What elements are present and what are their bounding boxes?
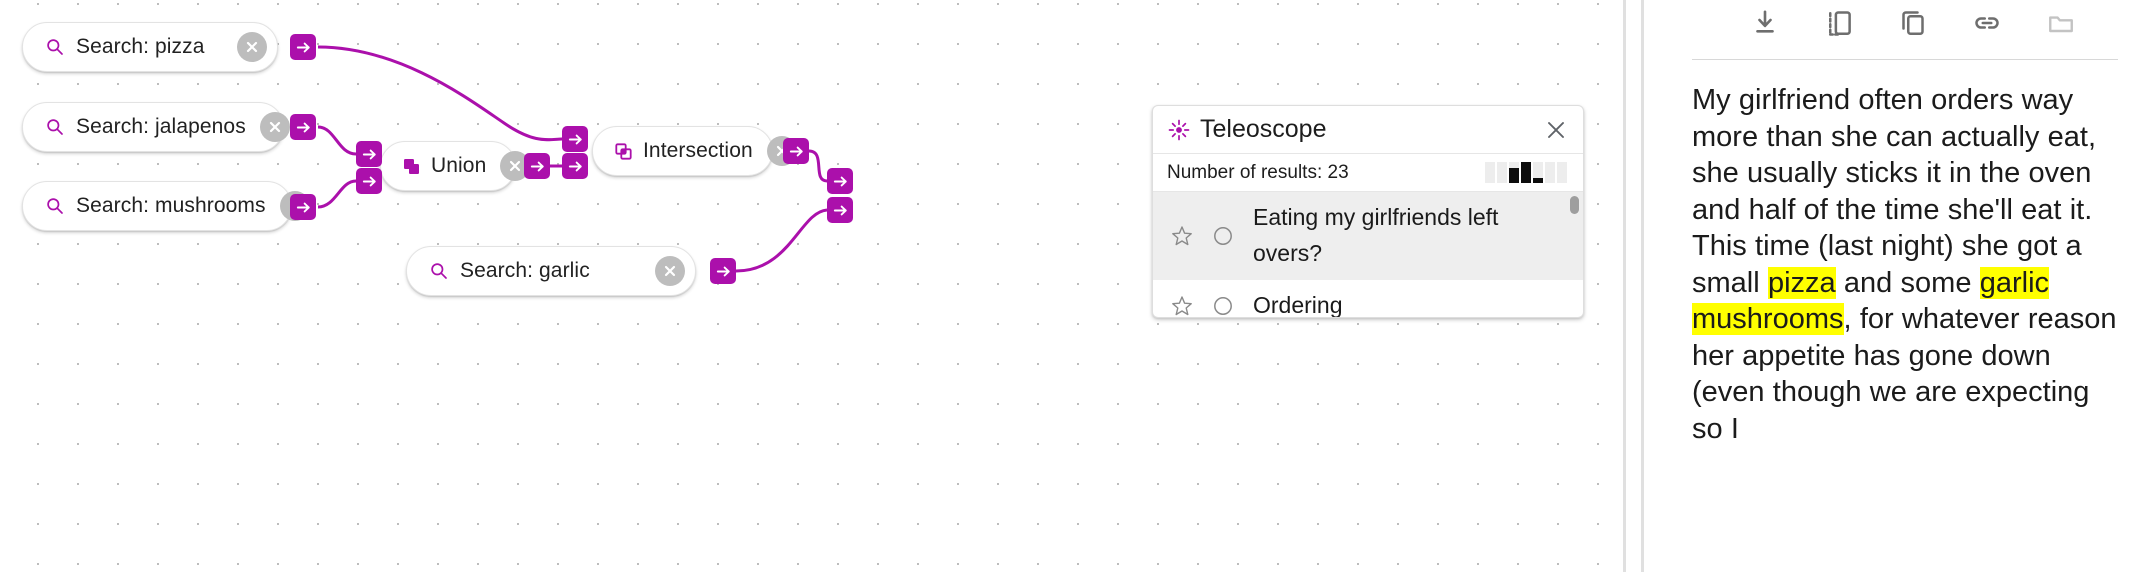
histogram-bar-fill xyxy=(1533,177,1543,183)
port-mushrooms-out[interactable] xyxy=(290,194,316,220)
circle-outline-icon[interactable] xyxy=(1199,224,1247,248)
histogram-bar xyxy=(1485,162,1495,183)
canvas-scrollbar-track[interactable] xyxy=(1623,0,1626,572)
magnifier-icon xyxy=(429,261,449,281)
node-union[interactable]: Union xyxy=(380,141,531,191)
split-view-icon[interactable] xyxy=(1822,6,1856,40)
panel-divider[interactable] xyxy=(1610,0,1692,572)
histogram-bar xyxy=(1497,162,1507,183)
port-union-in-a[interactable] xyxy=(356,141,382,167)
port-pizza-out[interactable] xyxy=(290,34,316,60)
star-outline-icon[interactable] xyxy=(1165,294,1199,317)
edge-pizza-to-intersection xyxy=(317,45,563,142)
node-remove-icon[interactable] xyxy=(259,112,290,142)
histogram-bar xyxy=(1533,162,1543,183)
folder-icon[interactable] xyxy=(2044,6,2078,40)
intersection-icon xyxy=(615,142,632,160)
port-teleoscope-in-b[interactable] xyxy=(827,197,853,223)
magnifier-icon xyxy=(45,117,65,137)
result-title: Ordering xyxy=(1253,291,1343,317)
magnifier-icon xyxy=(45,196,65,216)
results-count-label: Number of results: 23 xyxy=(1167,161,1349,183)
app-root: Search: pizza Search: jalapenos Search: mu… xyxy=(0,0,2132,572)
highlighted-term: garlic xyxy=(1979,266,2050,299)
edge-mushrooms-to-union xyxy=(317,179,357,209)
histogram-bar-fill xyxy=(1509,167,1519,183)
histogram-bar xyxy=(1521,162,1531,183)
result-row[interactable]: Ordering xyxy=(1153,280,1583,317)
link-icon[interactable] xyxy=(1970,6,2004,40)
histogram-bar xyxy=(1557,162,1567,183)
result-row[interactable]: Eating my girlfriends left overs? xyxy=(1153,192,1583,280)
port-garlic-out[interactable] xyxy=(710,258,736,284)
document-text-run: and some xyxy=(1835,266,1980,299)
port-union-out[interactable] xyxy=(524,153,550,179)
node-search-mushrooms[interactable]: Search: mushrooms xyxy=(22,181,310,231)
port-intersection-out[interactable] xyxy=(783,138,809,164)
star-outline-icon[interactable] xyxy=(1165,224,1199,248)
histogram-bar xyxy=(1509,162,1519,183)
highlighted-term: pizza xyxy=(1767,266,1836,299)
magnifier-icon xyxy=(45,37,65,57)
node-remove-icon[interactable] xyxy=(655,256,685,286)
teleoscope-title: Teleoscope xyxy=(1200,115,1327,143)
highlighted-term: mushrooms xyxy=(1692,303,1844,336)
circle-outline-icon[interactable] xyxy=(1199,294,1247,317)
node-label: Search: pizza xyxy=(76,35,205,58)
document-body-text: My girlfriend often orders way more than… xyxy=(1692,60,2118,447)
teleoscope-titlebar[interactable]: Teleoscope xyxy=(1153,106,1583,154)
document-toolbar xyxy=(1692,0,2118,46)
node-label: Intersection xyxy=(643,139,753,162)
divider-line xyxy=(1641,0,1644,572)
result-title: Eating my girlfriends left overs? xyxy=(1253,204,1499,266)
node-intersection[interactable]: Intersection xyxy=(592,126,797,176)
union-icon xyxy=(403,158,420,175)
teleoscope-scrollbar[interactable] xyxy=(1570,196,1579,304)
node-label: Search: garlic xyxy=(460,259,590,282)
results-histogram xyxy=(1485,162,1567,183)
teleoscope-sparkle-icon xyxy=(1167,118,1191,142)
edge-intersection-to-teleo xyxy=(808,149,828,183)
node-label: Union xyxy=(431,154,487,177)
teleoscope-window[interactable]: Teleoscope Number of results: 23 Eating … xyxy=(1152,105,1584,318)
download-icon[interactable] xyxy=(1748,6,1782,40)
edge-garlic-to-teleo xyxy=(735,208,828,273)
document-panel: My girlfriend often orders way more than… xyxy=(1692,0,2132,572)
port-union-in-b[interactable] xyxy=(356,168,382,194)
teleoscope-results-bar: Number of results: 23 xyxy=(1153,154,1583,192)
histogram-bar-fill xyxy=(1521,162,1531,183)
node-remove-icon[interactable] xyxy=(237,32,267,62)
teleoscope-results-list[interactable]: Eating my girlfriends left overs? Orderin… xyxy=(1153,192,1583,317)
edge-jalapenos-to-union xyxy=(317,125,357,156)
port-jalapenos-out[interactable] xyxy=(290,114,316,140)
port-intersection-in-b[interactable] xyxy=(562,153,588,179)
node-search-garlic[interactable]: Search: garlic xyxy=(406,246,696,296)
node-label: Search: jalapenos xyxy=(76,115,246,138)
node-search-jalapenos[interactable]: Search: jalapenos xyxy=(22,102,290,152)
port-intersection-in-a[interactable] xyxy=(562,126,588,152)
node-search-pizza[interactable]: Search: pizza xyxy=(22,22,278,72)
port-teleoscope-in-a[interactable] xyxy=(827,168,853,194)
node-label: Search: mushrooms xyxy=(76,194,266,217)
histogram-bar xyxy=(1545,162,1555,183)
scrollbar-thumb[interactable] xyxy=(1570,196,1579,214)
copy-icon[interactable] xyxy=(1896,6,1930,40)
close-icon[interactable] xyxy=(1543,117,1569,143)
workflow-canvas[interactable]: Search: pizza Search: jalapenos Search: mu… xyxy=(0,0,1610,572)
